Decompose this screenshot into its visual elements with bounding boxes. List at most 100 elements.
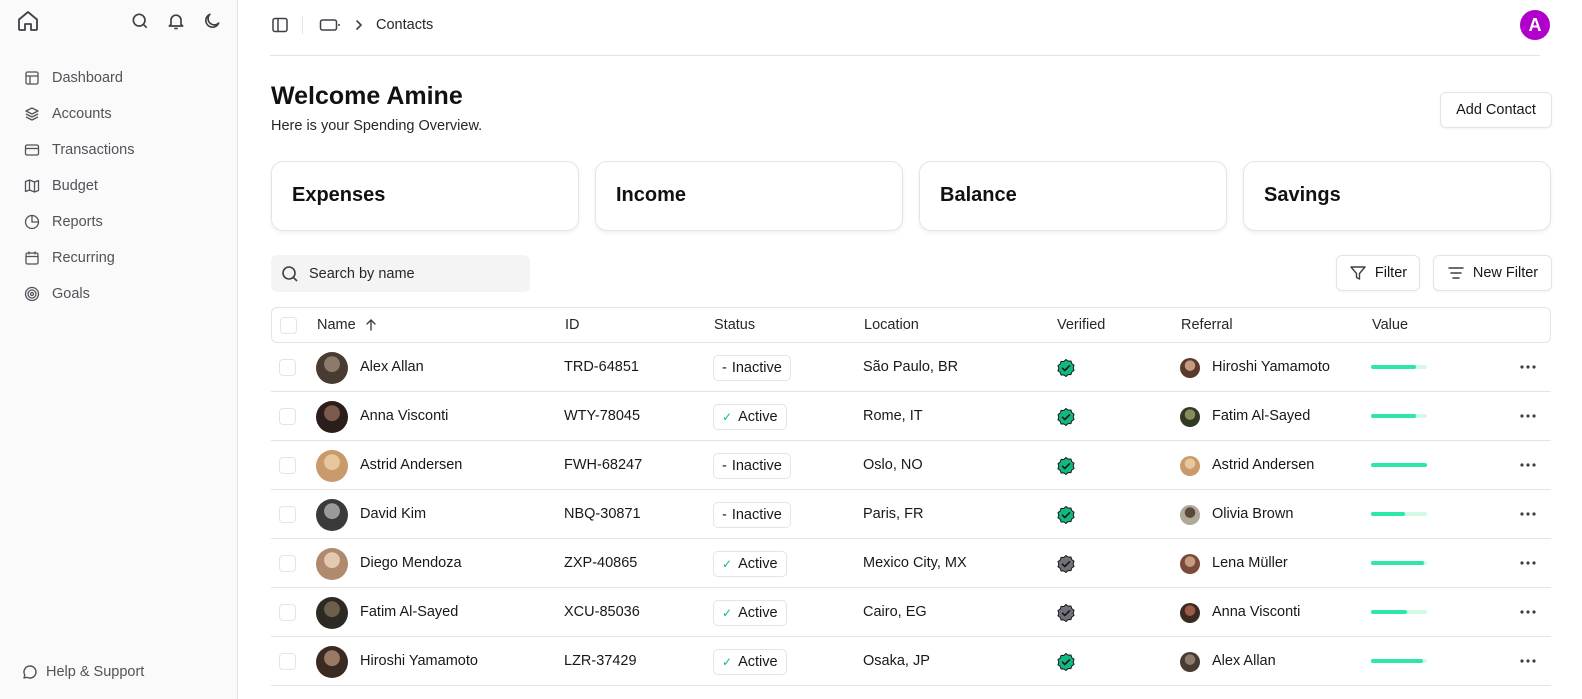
card-savings[interactable]: Savings: [1243, 161, 1551, 231]
column-header-referral[interactable]: Referral: [1181, 317, 1233, 333]
contact-name[interactable]: Fatim Al-Sayed: [360, 604, 458, 620]
value-bar: [1371, 610, 1427, 614]
sidebar-item-label: Accounts: [52, 106, 112, 122]
value-bar-fill: [1371, 561, 1425, 565]
contact-location: Osaka, JP: [863, 653, 930, 669]
value-bar-fill: [1371, 659, 1423, 663]
sidebar-item-dashboard[interactable]: Dashboard: [16, 60, 222, 96]
contact-name[interactable]: Diego Mendoza: [360, 555, 462, 571]
sidebar-item-recurring[interactable]: Recurring: [16, 240, 222, 276]
map-icon: [24, 178, 40, 194]
table-row[interactable]: Diego Mendoza ZXP-40865 ✓ Active Mexico City…: [271, 539, 1551, 588]
sidebar-item-label: Recurring: [52, 250, 115, 266]
verified-badge-icon: [1056, 358, 1076, 378]
sidebar-item-transactions[interactable]: Transactions: [16, 132, 222, 168]
sidebar-item-goals[interactable]: Goals: [16, 276, 222, 312]
filter-button[interactable]: Filter: [1336, 255, 1420, 291]
column-header-id[interactable]: ID: [565, 317, 580, 333]
select-all-checkbox[interactable]: [280, 317, 297, 334]
status-badge: - Inactive: [713, 453, 791, 479]
page-title: Welcome Amine: [271, 82, 463, 110]
table-row[interactable]: Anna Visconti WTY-78045 ✓ Active Rome, IT Fat…: [271, 392, 1551, 441]
row-checkbox[interactable]: [279, 457, 296, 474]
sidebar-item-accounts[interactable]: Accounts: [16, 96, 222, 132]
row-checkbox[interactable]: [279, 555, 296, 572]
verified-badge-icon: [1056, 652, 1076, 672]
avatar[interactable]: A: [1520, 10, 1550, 40]
more-options-icon[interactable]: [1518, 555, 1538, 571]
new-filter-button[interactable]: New Filter: [1433, 255, 1552, 291]
breadcrumb[interactable]: Contacts: [376, 17, 433, 33]
contact-name[interactable]: Hiroshi Yamamoto: [360, 653, 478, 669]
referral-name[interactable]: Alex Allan: [1212, 653, 1276, 669]
table-row[interactable]: Alex Allan TRD-64851 - Inactive São Paulo, B…: [271, 343, 1551, 392]
battery-icon[interactable]: [319, 16, 341, 34]
contact-name[interactable]: David Kim: [360, 506, 426, 522]
sidebar-toggle-icon[interactable]: [271, 16, 289, 34]
sidebar-item-label: Budget: [52, 178, 98, 194]
more-options-icon[interactable]: [1518, 506, 1538, 522]
sidebar-item-budget[interactable]: Budget: [16, 168, 222, 204]
contact-name[interactable]: Anna Visconti: [360, 408, 448, 424]
bell-icon[interactable]: [166, 11, 186, 31]
contact-id: WTY-78045: [564, 408, 641, 424]
contact-location: Paris, FR: [863, 506, 924, 522]
sidebar-item-reports[interactable]: Reports: [16, 204, 222, 240]
column-header-verified[interactable]: Verified: [1057, 317, 1105, 333]
table-row[interactable]: Hiroshi Yamamoto LZR-37429 ✓ Active Osaka, J…: [271, 637, 1551, 686]
search-input[interactable]: [309, 265, 509, 282]
avatar: [316, 597, 348, 629]
search-icon[interactable]: [130, 11, 150, 31]
dash-icon: -: [722, 360, 727, 376]
table-row[interactable]: Astrid Andersen FWH-68247 - Inactive Oslo, N…: [271, 441, 1551, 490]
value-bar-fill: [1371, 414, 1416, 418]
value-bar: [1371, 414, 1427, 418]
referral-name[interactable]: Lena Müller: [1212, 555, 1288, 571]
more-options-icon[interactable]: [1518, 359, 1538, 375]
chat-icon: [22, 664, 38, 680]
column-header-value[interactable]: Value: [1372, 317, 1408, 333]
check-icon: ✓: [722, 410, 733, 424]
home-icon[interactable]: [16, 9, 40, 33]
value-bar: [1371, 512, 1427, 516]
column-header-name[interactable]: Name: [317, 317, 378, 333]
referral-name[interactable]: Olivia Brown: [1212, 506, 1293, 522]
referral-avatar: [1180, 652, 1200, 672]
contact-name[interactable]: Astrid Andersen: [360, 457, 462, 473]
row-checkbox[interactable]: [279, 359, 296, 376]
help-support-link[interactable]: Help & Support: [22, 664, 144, 680]
row-checkbox[interactable]: [279, 653, 296, 670]
contact-id: NBQ-30871: [564, 506, 641, 522]
referral-name[interactable]: Hiroshi Yamamoto: [1212, 359, 1330, 375]
row-checkbox[interactable]: [279, 604, 296, 621]
moon-icon[interactable]: [202, 11, 222, 31]
value-bar: [1371, 463, 1427, 467]
referral-name[interactable]: Anna Visconti: [1212, 604, 1300, 620]
referral-name[interactable]: Astrid Andersen: [1212, 457, 1314, 473]
column-header-status[interactable]: Status: [714, 317, 755, 333]
row-checkbox[interactable]: [279, 506, 296, 523]
card-expenses[interactable]: Expenses: [271, 161, 579, 231]
more-options-icon[interactable]: [1518, 604, 1538, 620]
column-header-location[interactable]: Location: [864, 317, 919, 333]
avatar: [316, 646, 348, 678]
referral-avatar: [1180, 407, 1200, 427]
arrow-up-icon: [364, 318, 378, 332]
more-options-icon[interactable]: [1518, 408, 1538, 424]
card-balance[interactable]: Balance: [919, 161, 1227, 231]
add-contact-button[interactable]: Add Contact: [1440, 92, 1552, 128]
status-badge: - Inactive: [713, 502, 791, 528]
contact-name[interactable]: Alex Allan: [360, 359, 424, 375]
verified-badge-icon: [1056, 456, 1076, 476]
more-options-icon[interactable]: [1518, 653, 1538, 669]
layers-icon: [24, 106, 40, 122]
row-checkbox[interactable]: [279, 408, 296, 425]
more-options-icon[interactable]: [1518, 457, 1538, 473]
table-row[interactable]: David Kim NBQ-30871 - Inactive Paris, FR Oliv…: [271, 490, 1551, 539]
status-badge: ✓ Active: [713, 600, 787, 626]
table-row[interactable]: Fatim Al-Sayed XCU-85036 ✓ Active Cairo, EG A…: [271, 588, 1551, 637]
lines-icon: [1447, 264, 1465, 282]
card-icon: [24, 142, 40, 158]
card-income[interactable]: Income: [595, 161, 903, 231]
referral-name[interactable]: Fatim Al-Sayed: [1212, 408, 1310, 424]
